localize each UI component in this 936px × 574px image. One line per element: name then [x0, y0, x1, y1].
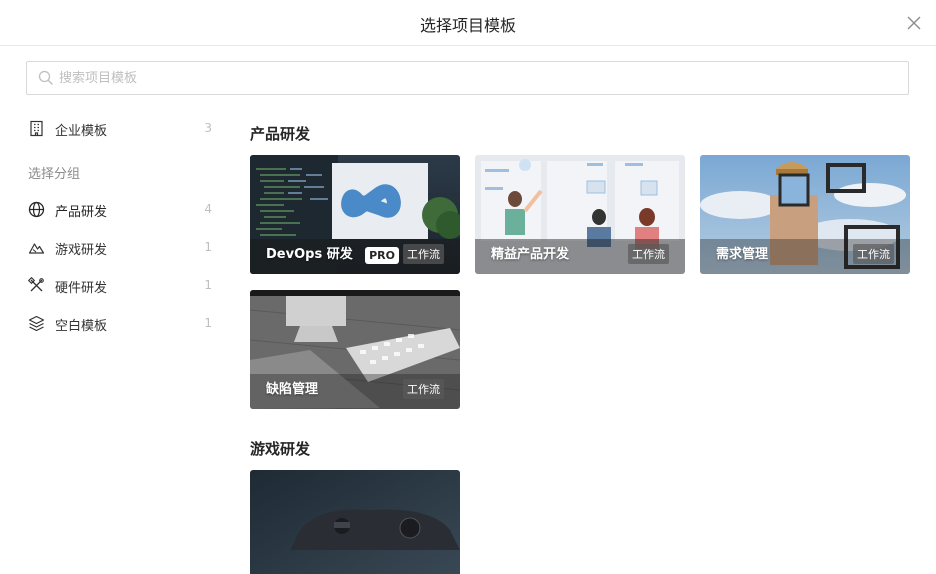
sidebar-item-label: 空白模板 — [55, 319, 108, 334]
sidebar-item-count: 1 — [204, 278, 212, 292]
search-box[interactable] — [26, 61, 909, 95]
workflow-badge: 工作流 — [403, 379, 444, 399]
dialog-title: 选择项目模板 — [419, 16, 516, 35]
close-icon[interactable] — [904, 13, 924, 33]
template-card-defects[interactable]: 缺陷管理 工作流 — [250, 290, 460, 409]
workflow-badge: 工作流 — [403, 244, 444, 264]
template-card-game[interactable] — [250, 470, 460, 574]
section-title-product: 产品研发 — [250, 125, 311, 143]
globe-icon — [28, 201, 45, 218]
sidebar-item-count: 3 — [204, 121, 212, 135]
sidebar-item-count: 1 — [204, 316, 212, 330]
template-card-devops[interactable]: DevOps 研发 PRO 工作流 — [250, 155, 460, 274]
workflow-badge: 工作流 — [853, 244, 894, 264]
layers-icon — [28, 315, 45, 332]
sidebar-item-blank[interactable]: 空白模板 1 — [26, 305, 222, 341]
search-input[interactable] — [59, 62, 899, 94]
template-content: 产品研发 DevOps 研发 PRO 工作流 精益产品开发 工作流 需求管理 工… — [250, 110, 936, 574]
sidebar-item-hardware[interactable]: 硬件研发 1 — [26, 267, 222, 303]
workflow-badge: 工作流 — [628, 244, 669, 264]
sidebar-item-product[interactable]: 产品研发 4 — [26, 191, 222, 227]
dialog-header: 选择项目模板 — [0, 0, 936, 46]
game-controller-illustration — [250, 470, 460, 574]
card-label: 需求管理 — [716, 247, 769, 262]
sidebar-item-label: 产品研发 — [55, 205, 108, 220]
section-title-game: 游戏研发 — [250, 440, 311, 458]
building-icon — [28, 120, 45, 137]
template-dialog: 选择项目模板 企业模板 3 选择分组 产品研发 4 — [0, 0, 936, 574]
sidebar-item-game[interactable]: 游戏研发 1 — [26, 229, 222, 265]
sidebar-item-count: 1 — [204, 240, 212, 254]
card-label: 精益产品开发 — [491, 247, 570, 262]
pro-badge: PRO — [365, 247, 399, 264]
template-card-requirements[interactable]: 需求管理 工作流 — [700, 155, 910, 274]
template-card-lean[interactable]: 精益产品开发 工作流 — [475, 155, 685, 274]
card-label: DevOps 研发 — [266, 247, 353, 262]
sidebar-item-count: 4 — [204, 202, 212, 216]
search-icon — [38, 70, 54, 86]
sidebar-item-label: 游戏研发 — [55, 243, 108, 258]
tools-icon — [27, 276, 45, 294]
sidebar-item-label: 硬件研发 — [55, 281, 108, 296]
sidebar-item-enterprise[interactable]: 企业模板 3 — [26, 110, 222, 146]
card-label: 缺陷管理 — [266, 382, 319, 397]
sidebar-item-label: 企业模板 — [55, 124, 108, 139]
mountain-icon — [28, 239, 45, 256]
group-heading: 选择分组 — [28, 167, 81, 182]
